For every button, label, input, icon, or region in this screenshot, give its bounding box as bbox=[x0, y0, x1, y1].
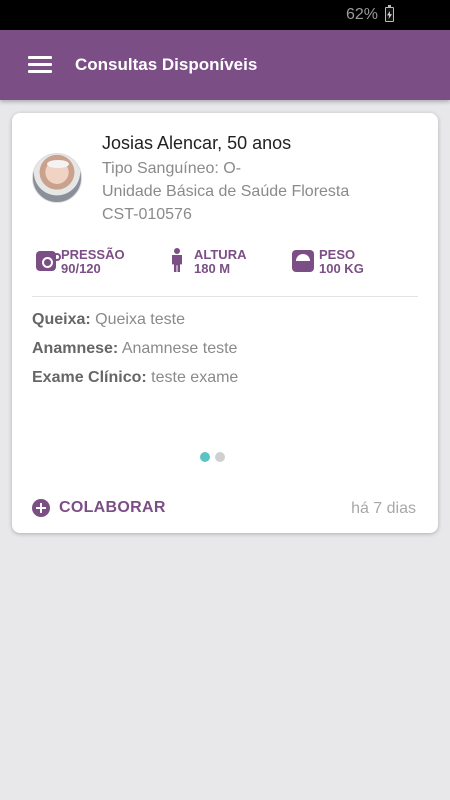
patient-avatar bbox=[32, 153, 82, 203]
detail-clinical-exam-label: Exame Clínico: bbox=[32, 369, 147, 386]
vital-pressure: PRESSÃO 90/120 bbox=[36, 248, 125, 276]
collaborate-label: COLABORAR bbox=[59, 499, 166, 516]
page-dot-inactive[interactable] bbox=[215, 452, 225, 462]
divider bbox=[32, 296, 418, 297]
add-circle-icon bbox=[32, 499, 50, 517]
page-indicator bbox=[200, 452, 230, 462]
vital-weight-label: PESO bbox=[319, 247, 356, 262]
detail-complaint-label: Queixa: bbox=[32, 311, 91, 328]
menu-icon[interactable] bbox=[28, 56, 52, 74]
page-title: Consultas Disponíveis bbox=[75, 55, 258, 74]
blood-type: Tipo Sanguíneo: O- bbox=[102, 160, 242, 177]
consultation-code: CST-010576 bbox=[102, 206, 192, 223]
vital-weight-value: 100 KG bbox=[319, 261, 364, 276]
consultation-card[interactable]: Josias Alencar, 50 anos Tipo Sanguíneo: … bbox=[12, 113, 438, 533]
detail-complaint-value: Queixa teste bbox=[95, 311, 185, 328]
detail-anamnesis: Anamnese: Anamnese teste bbox=[32, 340, 237, 358]
vital-pressure-label: PRESSÃO bbox=[61, 247, 125, 262]
battery-percent: 62% bbox=[345, 6, 378, 23]
vitals-row: PRESSÃO 90/120 ALTURA 180 M PESO 100 KG bbox=[34, 248, 414, 280]
patient-name: Josias Alencar, 50 anos bbox=[102, 133, 292, 153]
collaborate-button[interactable]: COLABORAR bbox=[32, 499, 166, 517]
blood-pressure-icon bbox=[36, 251, 61, 271]
vital-height-label: ALTURA bbox=[194, 247, 247, 262]
app-bar: Consultas Disponíveis bbox=[0, 30, 450, 100]
battery-icon bbox=[385, 5, 394, 22]
health-unit: Unidade Básica de Saúde Floresta bbox=[102, 183, 350, 200]
vital-pressure-value: 90/120 bbox=[61, 261, 101, 276]
page-dot-active[interactable] bbox=[200, 452, 210, 462]
scale-icon bbox=[292, 250, 314, 272]
vital-height-value: 180 M bbox=[194, 261, 231, 276]
detail-clinical-exam: Exame Clínico: teste exame bbox=[32, 369, 238, 387]
vital-height: ALTURA 180 M bbox=[170, 248, 246, 276]
time-ago: há 7 dias bbox=[351, 500, 416, 517]
status-bar: 62% bbox=[0, 0, 450, 30]
vital-weight: PESO 100 KG bbox=[292, 248, 364, 276]
person-height-icon bbox=[170, 248, 184, 272]
detail-anamnesis-value: Anamnese teste bbox=[121, 340, 238, 357]
detail-anamnesis-label: Anamnese: bbox=[32, 340, 119, 357]
detail-clinical-exam-value: teste exame bbox=[151, 369, 239, 386]
detail-complaint: Queixa: Queixa teste bbox=[32, 311, 185, 329]
